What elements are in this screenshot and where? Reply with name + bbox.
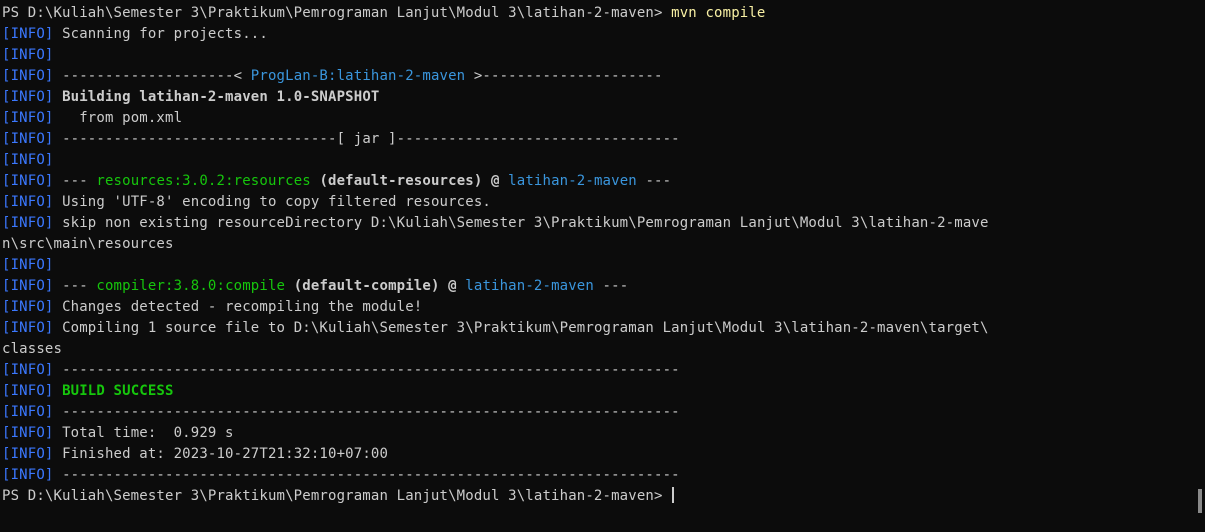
log-line: [INFO] BUILD SUCCESS (2, 381, 1205, 402)
command-line: PS D:\Kuliah\Semester 3\Praktikum\Pemrog… (2, 3, 1205, 24)
log-text: Finished at: 2023-10-27T21:32:10+07:00 (53, 446, 389, 462)
log-line: [INFO] --------------------< ProgLan-B:l… (2, 66, 1205, 87)
command: mvn compile (671, 5, 766, 21)
project-id: ProgLan-B:latihan-2-maven (250, 68, 466, 84)
log-line: [INFO] Building latihan-2-maven 1.0-SNAP… (2, 87, 1205, 108)
info-tag: [INFO] (2, 320, 54, 336)
log-text: skip non existing resourceDirectory D:\K… (53, 215, 989, 231)
log-line: [INFO] --- resources:3.0.2:resources (de… (2, 171, 1205, 192)
text-cursor (672, 487, 675, 503)
log-line: [INFO] (2, 150, 1205, 171)
artifact-id: latihan-2-maven (508, 173, 637, 189)
log-line-wrap: classes (2, 339, 1205, 360)
info-tag: [INFO] (2, 131, 54, 147)
info-tag: [INFO] (2, 68, 54, 84)
log-text: Total time: 0.929 s (53, 425, 234, 441)
info-tag: [INFO] (2, 278, 54, 294)
info-tag: [INFO] (2, 89, 54, 105)
info-tag: [INFO] (2, 47, 54, 63)
info-tag: [INFO] (2, 110, 54, 126)
log-line: [INFO] (2, 45, 1205, 66)
log-line: [INFO] Using 'UTF-8' encoding to copy fi… (2, 192, 1205, 213)
log-text: --------------------< (53, 68, 251, 84)
log-text: --- (53, 278, 97, 294)
log-text: --- (593, 278, 629, 294)
log-text: Using 'UTF-8' encoding to copy filtered … (53, 194, 491, 210)
log-line: [INFO] --- compiler:3.8.0:compile (defau… (2, 276, 1205, 297)
log-text: Changes detected - recompiling the modul… (53, 299, 423, 315)
separator: ----------------------------------------… (53, 362, 680, 378)
log-text: (default-compile) @ (285, 278, 466, 294)
prompt: PS D:\Kuliah\Semester 3\Praktikum\Pemrog… (2, 488, 672, 504)
log-text: classes (2, 341, 63, 357)
input-line[interactable]: PS D:\Kuliah\Semester 3\Praktikum\Pemrog… (2, 486, 1205, 507)
plugin-goal: compiler:3.8.0:compile (96, 278, 286, 294)
log-text: --- (53, 173, 97, 189)
separator: ----------------------------------------… (53, 404, 680, 420)
log-text: n\src\main\resources (2, 236, 174, 252)
log-line: [INFO] Total time: 0.929 s (2, 423, 1205, 444)
log-line: [INFO] ---------------------------------… (2, 360, 1205, 381)
info-tag: [INFO] (2, 362, 54, 378)
build-status: BUILD SUCCESS (53, 383, 174, 399)
log-text: Building latihan-2-maven 1.0-SNAPSHOT (53, 89, 380, 105)
log-text: from pom.xml (53, 110, 183, 126)
log-line: [INFO] Compiling 1 source file to D:\Kul… (2, 318, 1205, 339)
log-line: [INFO] skip non existing resourceDirecto… (2, 213, 1205, 234)
plugin-goal: resources:3.0.2:resources (96, 173, 311, 189)
log-line: [INFO] --------------------------------[… (2, 129, 1205, 150)
info-tag: [INFO] (2, 467, 54, 483)
info-tag: [INFO] (2, 215, 54, 231)
info-tag: [INFO] (2, 173, 54, 189)
log-text: --- (636, 173, 672, 189)
separator: ----------------------------------------… (53, 467, 680, 483)
log-line: [INFO] Scanning for projects... (2, 24, 1205, 45)
log-text: --------------------------------[ jar ]-… (53, 131, 680, 147)
log-text: >--------------------- (465, 68, 663, 84)
artifact-id: latihan-2-maven (465, 278, 594, 294)
log-text: Compiling 1 source file to D:\Kuliah\Sem… (53, 320, 989, 336)
log-line: [INFO] (2, 255, 1205, 276)
info-tag: [INFO] (2, 446, 54, 462)
log-line: [INFO] ---------------------------------… (2, 402, 1205, 423)
info-tag: [INFO] (2, 152, 54, 168)
info-tag: [INFO] (2, 26, 54, 42)
log-line: [INFO] Changes detected - recompiling th… (2, 297, 1205, 318)
info-tag: [INFO] (2, 257, 54, 273)
info-tag: [INFO] (2, 425, 54, 441)
log-text: (default-resources) @ (310, 173, 509, 189)
prompt: PS D:\Kuliah\Semester 3\Praktikum\Pemrog… (2, 5, 672, 21)
info-tag: [INFO] (2, 383, 54, 399)
log-line: [INFO] Finished at: 2023-10-27T21:32:10+… (2, 444, 1205, 465)
log-line: [INFO] from pom.xml (2, 108, 1205, 129)
terminal-window[interactable]: PS D:\Kuliah\Semester 3\Praktikum\Pemrog… (0, 0, 1205, 532)
info-tag: [INFO] (2, 404, 54, 420)
info-tag: [INFO] (2, 299, 54, 315)
log-line-wrap: n\src\main\resources (2, 234, 1205, 255)
scrollbar-thumb[interactable] (1198, 489, 1202, 513)
log-line: [INFO] ---------------------------------… (2, 465, 1205, 486)
log-text: Scanning for projects... (53, 26, 268, 42)
info-tag: [INFO] (2, 194, 54, 210)
